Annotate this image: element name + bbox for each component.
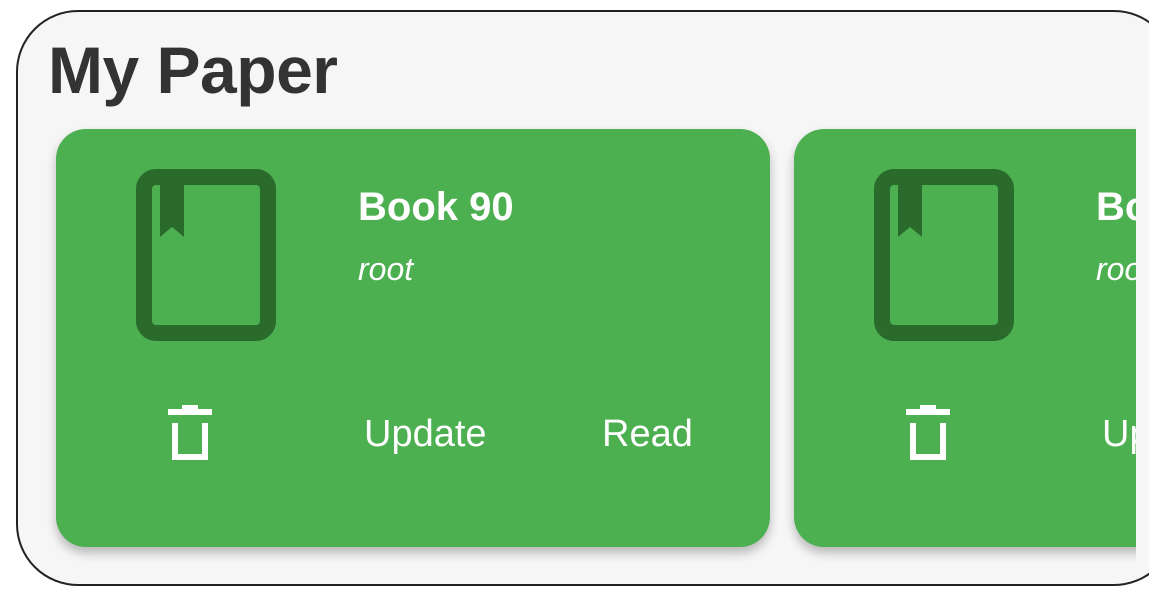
update-button[interactable]: Up <box>1102 413 1136 456</box>
delete-button[interactable] <box>162 401 218 465</box>
book-list[interactable]: Book 90 root Update Read Bo roo <box>18 12 1136 584</box>
app-window: My Paper Book 90 root Update Read B ro U <box>16 10 1149 586</box>
book-author: roo <box>1096 251 1136 287</box>
book-title: Book 90 <box>358 185 514 229</box>
book-bookmark-icon <box>874 169 1014 341</box>
read-button[interactable]: Read <box>602 413 693 456</box>
book-title: Bo <box>1096 185 1136 229</box>
trash-icon <box>168 405 212 460</box>
book-card[interactable]: Book 90 root Update Read <box>56 129 770 547</box>
delete-button[interactable] <box>900 401 956 465</box>
trash-icon <box>906 405 950 460</box>
book-author: root <box>358 251 414 287</box>
book-card[interactable]: Bo roo Up <box>794 129 1136 547</box>
book-bookmark-icon <box>136 169 276 341</box>
update-button[interactable]: Update <box>364 413 487 456</box>
